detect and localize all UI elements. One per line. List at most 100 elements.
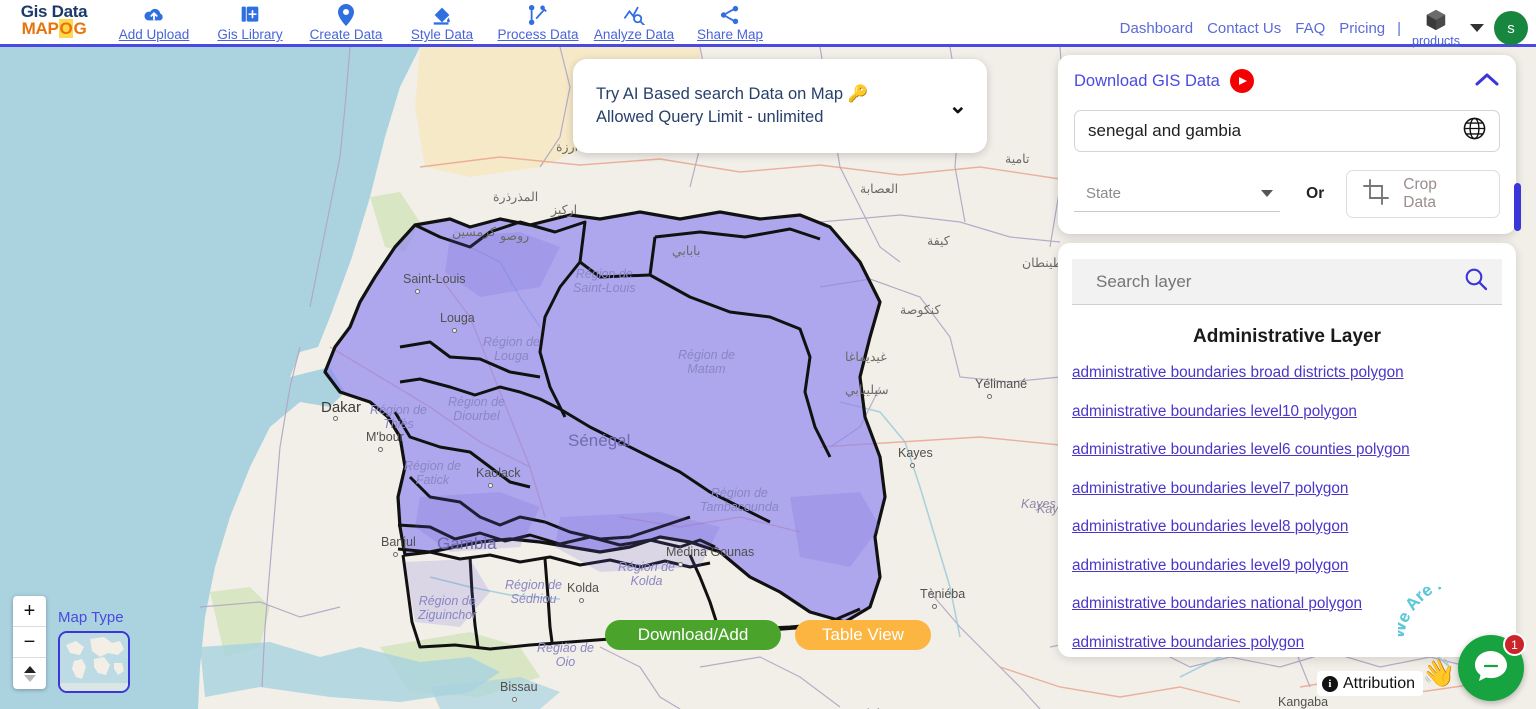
zoom-in-button[interactable]: + <box>13 596 46 627</box>
download-panel-title: Download GIS Data <box>1074 71 1220 90</box>
layer-panel-title: Administrative Layer <box>1193 326 1381 347</box>
nav-separator: | <box>1397 19 1402 37</box>
brand-line-2: MAPOG <box>21 19 87 38</box>
map-type-control: Map Type <box>58 609 130 693</box>
ai-search-banner[interactable]: Try AI Based search Data on Map 🔑 Allowe… <box>573 59 987 153</box>
top-navbar: Gis Data MAPOG Add Upload Gis Library Cr… <box>0 0 1536 48</box>
download-panel-header: Download GIS Data <box>1074 69 1500 93</box>
chat-button[interactable]: 1 <box>1458 633 1526 701</box>
layer-search-input[interactable] <box>1096 271 1464 292</box>
nav-item-gis-library[interactable]: Gis Library <box>202 0 298 42</box>
ai-banner-line1-text: Try AI Based search Data on Map <box>596 84 844 103</box>
zoom-out-button[interactable]: − <box>13 627 46 658</box>
cloud-upload-icon <box>143 4 165 26</box>
search-icon[interactable] <box>1464 267 1488 296</box>
ai-banner-text: Try AI Based search Data on Map 🔑 Allowe… <box>596 83 868 130</box>
key-icon: 🔑 <box>847 84 869 103</box>
chevron-up-icon[interactable] <box>1474 71 1500 92</box>
chat-unread-badge: 1 <box>1503 633 1526 656</box>
nav-link-faq[interactable]: FAQ <box>1288 20 1332 37</box>
crop-label-line1: Crop <box>1403 176 1437 194</box>
chat-bubble-icon <box>1473 649 1509 688</box>
layer-links-list: administrative boundaries broad district… <box>1072 364 1502 652</box>
state-select[interactable]: State <box>1074 176 1281 212</box>
download-add-button[interactable]: Download/Add <box>605 620 781 650</box>
map-pin-icon <box>338 4 354 26</box>
layer-link[interactable]: administrative boundaries level7 polygon <box>1072 480 1502 498</box>
ai-banner-line-2: Allowed Query Limit - unlimited <box>596 108 824 126</box>
map-type-thumbnail[interactable] <box>58 631 130 693</box>
nav-label-share-map: Share Map <box>696 27 764 42</box>
crop-data-button[interactable]: Crop Data <box>1346 170 1500 218</box>
nav-item-add-upload[interactable]: Add Upload <box>106 0 202 42</box>
map-city-dot <box>333 416 338 421</box>
table-view-button[interactable]: Table View <box>795 620 931 650</box>
brand-g-text: G <box>73 19 87 38</box>
globe-icon[interactable] <box>1463 117 1486 145</box>
map-city-dot <box>987 394 992 399</box>
products-menu[interactable]: products <box>1412 8 1460 48</box>
youtube-icon[interactable] <box>1229 69 1254 93</box>
zoom-controls: + − <box>13 596 46 689</box>
location-search-row[interactable] <box>1074 110 1500 152</box>
crop-data-label: Crop Data <box>1403 176 1437 212</box>
map-city-dot <box>415 289 420 294</box>
layer-link[interactable]: administrative boundaries polygon <box>1072 634 1502 652</box>
nav-links: Add Upload Gis Library Create Data Style… <box>106 0 778 42</box>
panel-scrollbar[interactable] <box>1514 183 1521 231</box>
nav-label-process-data: Process Data <box>497 27 579 42</box>
info-icon: i <box>1321 675 1338 692</box>
map-city-dot <box>678 562 683 567</box>
location-search-input[interactable] <box>1088 121 1463 141</box>
state-select-label: State <box>1086 185 1122 202</box>
map-city-dot <box>579 598 584 603</box>
nav-right-links: Dashboard Contact Us FAQ Pricing | produ… <box>1113 8 1528 48</box>
nav-label-add-upload: Add Upload <box>118 27 190 42</box>
nav-link-contact-us[interactable]: Contact Us <box>1200 20 1288 37</box>
analyze-chart-icon <box>623 4 645 26</box>
crop-label-line2: Data <box>1403 194 1436 211</box>
brand-logo[interactable]: Gis Data MAPOG <box>0 0 100 38</box>
nav-label-analyze-data: Analyze Data <box>593 27 675 42</box>
map-city-dot <box>488 483 493 488</box>
layer-link[interactable]: administrative boundaries level8 polygon <box>1072 518 1502 536</box>
paint-bucket-icon <box>431 4 453 26</box>
library-add-icon <box>240 4 260 26</box>
products-label: products <box>1412 34 1460 48</box>
map-city-dot <box>910 463 915 468</box>
chevron-down-icon[interactable] <box>1470 24 1484 32</box>
layer-search-row[interactable] <box>1072 259 1502 305</box>
nav-link-pricing[interactable]: Pricing <box>1332 20 1392 37</box>
tilt-button[interactable] <box>13 658 46 689</box>
brand-line-1: Gis Data <box>20 2 88 21</box>
download-panel-header-left: Download GIS Data <box>1074 69 1254 93</box>
layer-list-panel: Administrative Layer administrative boun… <box>1058 243 1516 657</box>
nav-item-process-data[interactable]: Process Data <box>490 0 586 42</box>
nav-label-create-data: Create Data <box>309 27 383 42</box>
nav-item-analyze-data[interactable]: Analyze Data <box>586 0 682 42</box>
nav-label-style-data: Style Data <box>410 27 474 42</box>
chevron-down-icon[interactable]: ⌄ <box>949 95 967 117</box>
nav-link-dashboard[interactable]: Dashboard <box>1113 20 1200 37</box>
layer-link[interactable]: administrative boundaries level10 polygo… <box>1072 403 1502 421</box>
map-type-label: Map Type <box>58 609 124 626</box>
nav-item-style-data[interactable]: Style Data <box>394 0 490 42</box>
brand-o-text: O <box>58 19 74 38</box>
chevron-down-icon <box>1261 190 1274 197</box>
layer-link[interactable]: administrative boundaries national polyg… <box>1072 595 1502 613</box>
avatar[interactable]: s <box>1494 11 1528 45</box>
or-label: Or <box>1306 185 1325 202</box>
nav-item-share-map[interactable]: Share Map <box>682 0 778 42</box>
layer-link[interactable]: administrative boundaries level9 polygon <box>1072 557 1502 575</box>
nav-item-create-data[interactable]: Create Data <box>298 0 394 42</box>
layer-link[interactable]: administrative boundaries broad district… <box>1072 364 1502 382</box>
layer-link[interactable]: administrative boundaries level6 countie… <box>1072 441 1502 459</box>
download-gis-data-panel: Download GIS Data State Or Crop Data <box>1058 55 1516 234</box>
process-nodes-icon <box>528 4 548 26</box>
nav-label-gis-library: Gis Library <box>217 27 283 42</box>
brand-map-text: MAP <box>21 19 59 38</box>
chat-widget: We Are Here! We Are Here! 👋 1 <box>1398 587 1526 701</box>
map-city-dot <box>393 552 398 557</box>
attribution-button[interactable]: i Attribution <box>1316 671 1423 696</box>
map-city-dot <box>932 604 937 609</box>
